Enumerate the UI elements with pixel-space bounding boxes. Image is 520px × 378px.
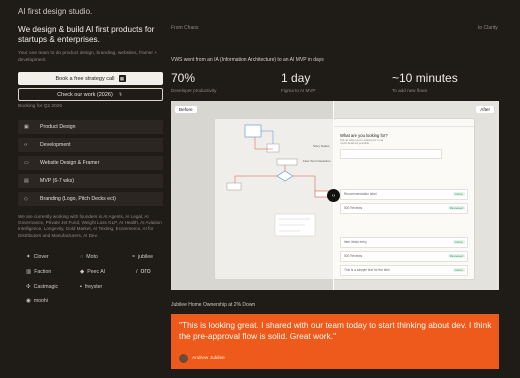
before-after-slider[interactable]: Before After Story Nodes Flow Text Inter… bbox=[171, 101, 499, 290]
before-label: Before bbox=[175, 106, 197, 113]
moto-icon: ◌ bbox=[80, 254, 84, 260]
testimonial-card: "This is looking great. I shared with ou… bbox=[171, 314, 499, 369]
service-mvp[interactable]: ▤ MVP (6-7 wks) bbox=[18, 174, 163, 188]
stat-value: 1 day bbox=[281, 71, 311, 85]
logo-jubilee: ≈ jubilee bbox=[132, 254, 154, 260]
faction-icon: ▥ bbox=[26, 269, 32, 275]
clover-icon: ✦ bbox=[26, 254, 31, 260]
flowchart-diagram bbox=[226, 124, 332, 237]
mock-row: This is a sample text for the item Active bbox=[340, 265, 468, 276]
partners-text: We are currently working with founders i… bbox=[18, 214, 162, 238]
after-app-mockup: What are you looking for? Tell us what y… bbox=[334, 118, 475, 280]
testimonial-quote: "This is looking great. I shared with ou… bbox=[179, 320, 492, 341]
framer-icon: ꟻ bbox=[119, 92, 122, 97]
check-work-label: Check our work (2026) bbox=[57, 91, 113, 98]
service-label: Website Design & Framer bbox=[40, 160, 100, 166]
logo-freyster: ▪ freyster bbox=[80, 284, 103, 290]
calendar-icon: ▦ bbox=[118, 75, 126, 82]
mock-row: 500 Reviews Reviewed bbox=[340, 251, 468, 262]
logo-oro: / oro bbox=[136, 268, 151, 275]
testimonial-author: Andrew Jubilee bbox=[192, 356, 225, 361]
logo-peec-ai: ◆ Peec AI bbox=[80, 269, 106, 275]
mock-topbar bbox=[334, 119, 474, 127]
jubilee-icon: ≈ bbox=[132, 254, 136, 260]
service-label: Product Design bbox=[40, 124, 76, 130]
case-description: VWS went from an IA (Information Archite… bbox=[171, 57, 324, 63]
avatar bbox=[179, 354, 188, 363]
mock-search-field bbox=[340, 149, 442, 159]
freyster-icon: ▪ bbox=[80, 284, 82, 290]
logo-moohi: ◉ moohi bbox=[26, 298, 48, 304]
stat-add-flows: ~10 minutes To add new flows bbox=[392, 71, 458, 93]
logo-faction: ▥ Faction bbox=[26, 269, 52, 275]
service-branding[interactable]: ◇ Branding (Logo, Pitch Decks ect) bbox=[18, 192, 163, 206]
after-label: After bbox=[476, 106, 494, 113]
booking-note: Booking for Q2 2026 bbox=[18, 104, 63, 109]
box-icon: ▣ bbox=[24, 124, 29, 130]
castmagic-icon: ✣ bbox=[26, 284, 31, 290]
logo-castmagic: ✣ Castmagic bbox=[26, 284, 59, 290]
hero-subtext: Your one team to do product design, bran… bbox=[18, 51, 158, 63]
stat-value: 70% bbox=[171, 71, 196, 85]
stat-label: Developer productivity bbox=[171, 88, 217, 93]
service-website-design[interactable]: ▭ Website Design & Framer bbox=[18, 156, 163, 170]
monitor-icon: ▭ bbox=[24, 160, 29, 166]
peec-icon: ◆ bbox=[80, 269, 85, 275]
stat-figma-to-mvp: 1 day Figma to AI MVP bbox=[281, 71, 315, 93]
service-label: Development bbox=[40, 142, 71, 148]
before-flowchart: Story Nodes Flow Text Interaction bbox=[214, 118, 336, 280]
testimonial-caption: Jubilee Home Ownership at 2% Down bbox=[171, 302, 256, 308]
flow-label: Flow Text Interaction bbox=[303, 159, 331, 163]
chart-icon: ▤ bbox=[24, 178, 29, 184]
story-nodes-label: Story Nodes bbox=[313, 144, 330, 148]
logo-moto: ◌ Moto bbox=[80, 254, 98, 260]
mock-desc: Tell us what you're looking for in as mu… bbox=[340, 138, 384, 146]
mock-row: Recommendation label Active bbox=[340, 189, 468, 200]
to-label: to Clarity bbox=[478, 25, 498, 31]
tag-icon: ◇ bbox=[24, 196, 28, 202]
oro-icon: / bbox=[136, 268, 138, 275]
mock-row: 500 Reviews Reviewed bbox=[340, 203, 468, 214]
moohi-icon: ◉ bbox=[26, 298, 31, 304]
service-development[interactable]: ‹› Development bbox=[18, 138, 163, 152]
service-label: Branding (Logo, Pitch Decks ect) bbox=[40, 196, 116, 202]
book-call-label: Book a free strategy call bbox=[55, 75, 115, 82]
service-product-design[interactable]: ▣ Product Design bbox=[18, 120, 163, 134]
hero-headline: We design & build AI first products for … bbox=[18, 25, 155, 44]
stat-value: ~10 minutes bbox=[392, 71, 458, 85]
code-icon: ‹› bbox=[24, 142, 28, 148]
service-label: MVP (6-7 wks) bbox=[40, 178, 74, 184]
drag-handle-icon[interactable]: ‹› bbox=[327, 189, 340, 202]
stat-label: To add new flows bbox=[392, 88, 428, 93]
stat-developer-productivity: 70% Developer productivity bbox=[171, 71, 216, 93]
stat-label: Figma to AI MVP bbox=[281, 88, 316, 93]
book-call-button[interactable]: Book a free strategy call ▦ bbox=[18, 72, 163, 85]
mock-row: Item detail entry Active bbox=[340, 237, 468, 248]
studio-name: AI first design studio. bbox=[18, 7, 93, 16]
check-work-button[interactable]: Check our work (2026) ꟻ bbox=[18, 88, 163, 101]
from-label: From Chaos bbox=[171, 25, 199, 31]
logo-clover: ✦ Clover bbox=[26, 254, 49, 260]
